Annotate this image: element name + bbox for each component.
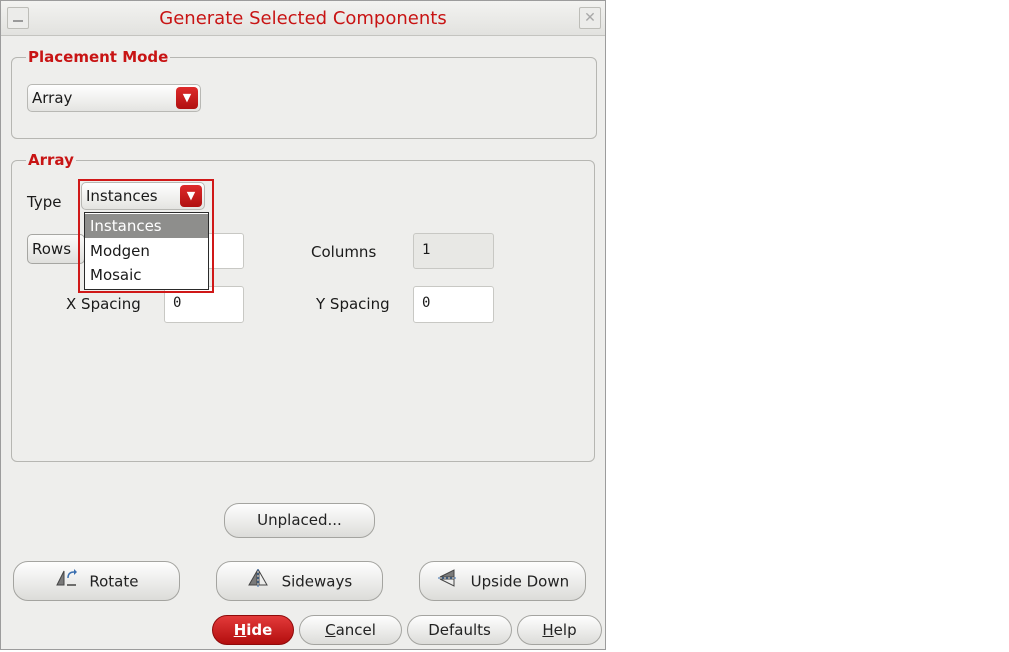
type-option-modgen[interactable]: Modgen [85, 239, 208, 263]
dialog-window: Generate Selected Components ✕ Placement… [0, 0, 606, 650]
x-spacing-field[interactable]: 0 [164, 286, 244, 323]
help-label: elp [553, 621, 577, 639]
type-label: Type [27, 193, 62, 211]
sideways-icon [247, 563, 269, 601]
hide-mnemonic: H [233, 621, 247, 639]
type-option-instances[interactable]: Instances [85, 214, 208, 238]
y-spacing-field[interactable]: 0 [413, 286, 494, 323]
title-bar: Generate Selected Components ✕ [1, 1, 605, 36]
cancel-label: ancel [335, 621, 376, 639]
type-option-mosaic[interactable]: Mosaic [85, 263, 208, 287]
chevron-down-icon[interactable]: ▼ [180, 185, 202, 207]
placement-mode-legend: Placement Mode [26, 48, 171, 66]
rows-label: Rows [32, 240, 72, 258]
upside-down-button[interactable]: Upside Down [419, 561, 586, 601]
unplaced-label: Unplaced... [257, 511, 342, 529]
defaults-label: Defaults [428, 621, 491, 639]
sideways-label: Sideways [281, 572, 353, 591]
type-value: Instances [86, 187, 158, 205]
defaults-button[interactable]: Defaults [407, 615, 512, 645]
cancel-button[interactable]: Cancel [299, 615, 402, 645]
close-icon[interactable]: ✕ [579, 7, 601, 29]
window-title: Generate Selected Components [159, 8, 447, 29]
help-mnemonic: H [542, 621, 554, 639]
cancel-mnemonic: C [325, 621, 336, 639]
help-button[interactable]: Help [517, 615, 602, 645]
type-select[interactable]: Instances ▼ [81, 182, 205, 210]
y-spacing-label: Y Spacing [316, 295, 390, 313]
rotate-icon [55, 563, 77, 601]
columns-value: 1 [422, 242, 431, 258]
sideways-button[interactable]: Sideways [216, 561, 383, 601]
placement-mode-select[interactable]: Array ▼ [27, 84, 201, 112]
chevron-down-icon[interactable]: ▼ [176, 87, 198, 109]
placement-mode-group: Placement Mode Array ▼ [11, 48, 597, 139]
x-spacing-value: 0 [173, 295, 182, 311]
rows-button[interactable]: Rows [27, 234, 85, 264]
columns-field: 1 [413, 233, 494, 269]
upside-down-icon [436, 563, 458, 601]
placement-mode-value: Array [32, 89, 73, 107]
upside-down-label: Upside Down [470, 572, 570, 591]
hide-button[interactable]: Hide [212, 615, 294, 645]
y-spacing-value: 0 [422, 295, 431, 311]
rotate-label: Rotate [89, 572, 139, 591]
array-legend: Array [26, 151, 76, 169]
rotate-button[interactable]: Rotate [13, 561, 180, 601]
type-dropdown-list: Instances Modgen Mosaic [84, 212, 209, 290]
columns-label: Columns [311, 243, 377, 261]
unplaced-button[interactable]: Unplaced... [224, 503, 375, 538]
x-spacing-label: X Spacing [66, 295, 141, 313]
hide-label: ide [246, 621, 273, 639]
